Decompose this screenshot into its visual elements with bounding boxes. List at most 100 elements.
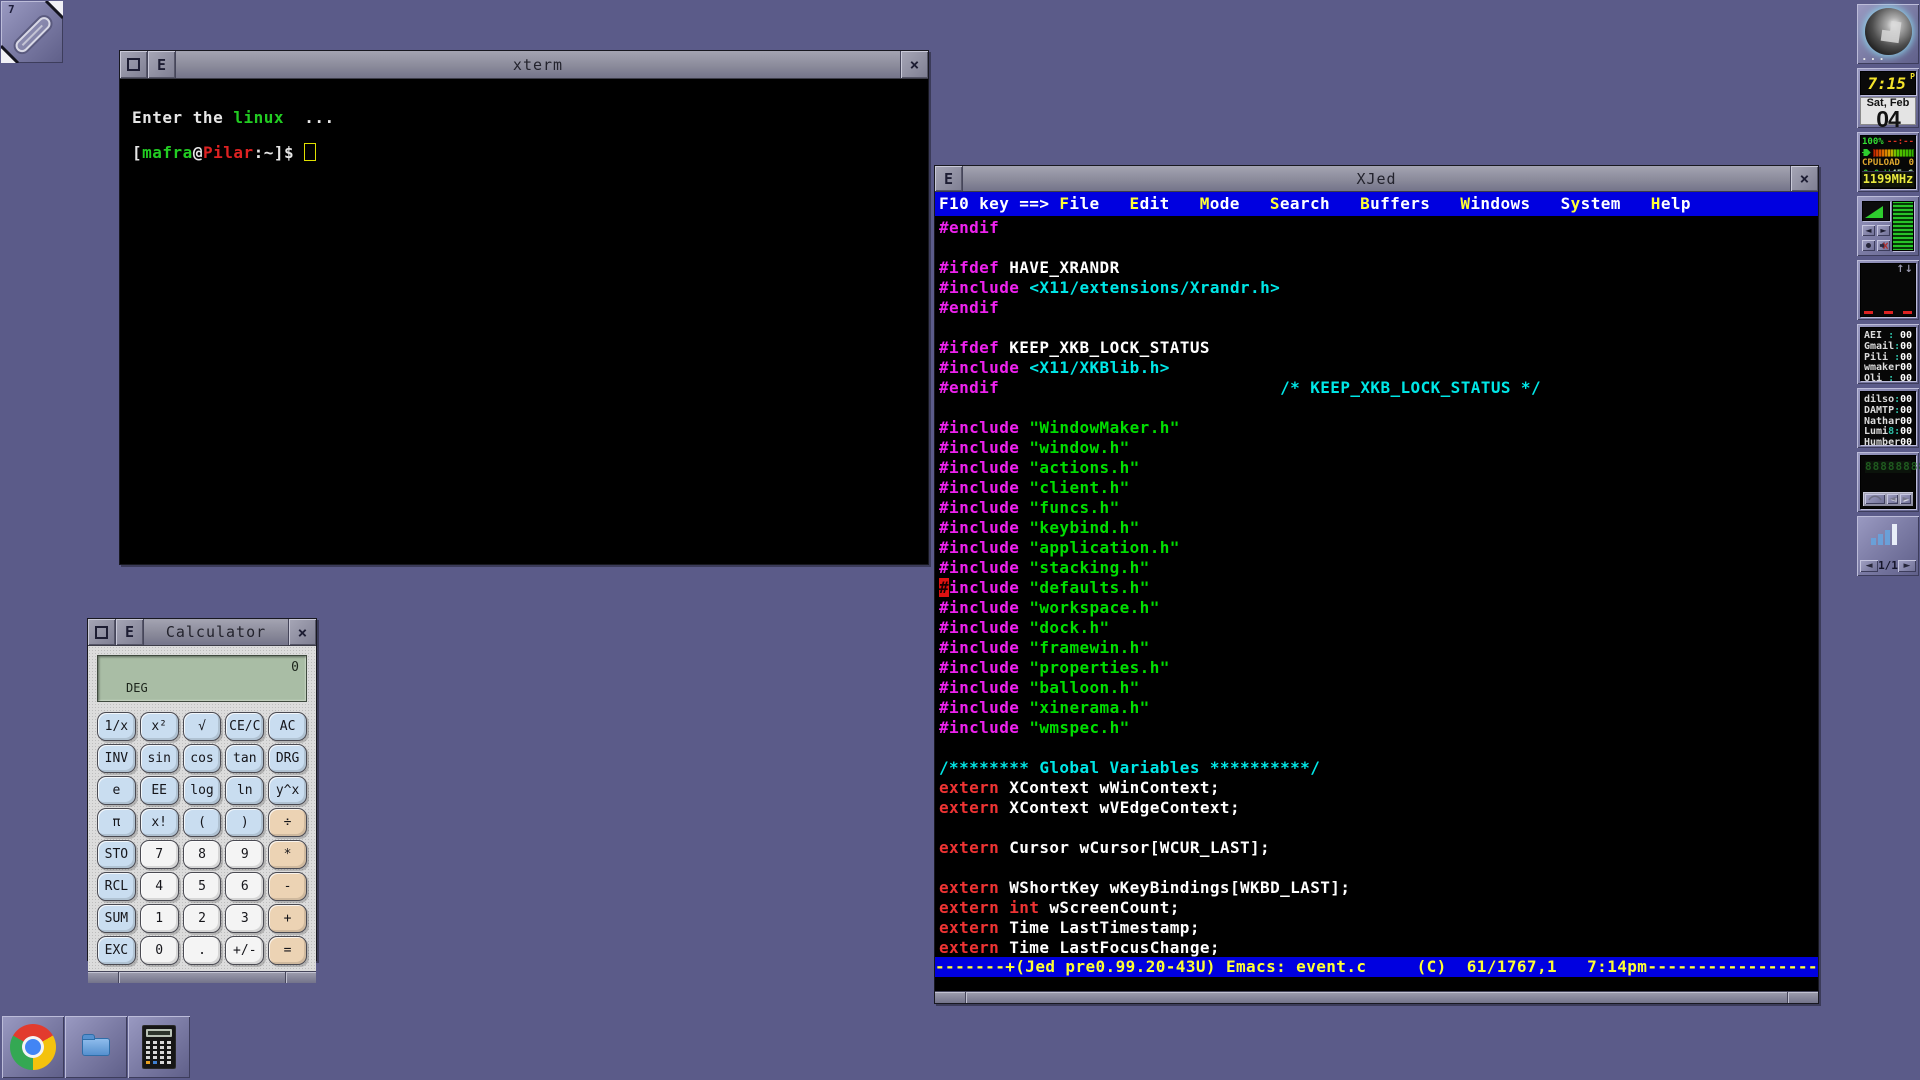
calc-button-0[interactable]: 0 xyxy=(140,936,179,965)
calculator-resizebar[interactable] xyxy=(88,971,316,983)
cpu-screen: 100% --:-- CPULOAD 0 0.0 W 45 C 1199MHz xyxy=(1860,135,1916,189)
calc-button-SUM[interactable]: SUM xyxy=(97,904,136,933)
calc-button--[interactable]: - xyxy=(268,872,307,901)
code-line: #endif xyxy=(939,218,1818,238)
calc-button-3[interactable]: 3 xyxy=(225,904,264,933)
dock-app-network-monitor[interactable]: ↑↓ xyxy=(1857,260,1919,320)
close-button[interactable]: × xyxy=(1790,166,1818,191)
code-line: #include "window.h" xyxy=(939,438,1818,458)
calc-button-=[interactable]: = xyxy=(268,936,307,965)
miniwindow-calculator[interactable] xyxy=(128,1016,190,1078)
calc-button-2[interactable]: 2 xyxy=(183,904,222,933)
dock-app-pager[interactable]: ◄ 1/1 ► xyxy=(1857,516,1919,576)
mixer-mute-button[interactable] xyxy=(1877,240,1890,251)
code-line: #include "wmspec.h" xyxy=(939,718,1818,738)
calc-button-EE[interactable]: EE xyxy=(140,776,179,805)
calc-button-π[interactable]: π xyxy=(97,808,136,837)
mixer-record-button[interactable] xyxy=(1862,240,1875,251)
calc-button-e[interactable]: e xyxy=(97,776,136,805)
close-button[interactable]: × xyxy=(900,51,928,78)
menu-file[interactable]: File xyxy=(1059,194,1099,213)
dock-app-mixer[interactable]: ◄ ► xyxy=(1857,196,1919,256)
mailbox-rows: AEI :00Gmail:00Pili :00wmaker00Oli :00 xyxy=(1864,331,1912,377)
menu-mode[interactable]: Mode xyxy=(1200,194,1240,213)
xjed-titlebar[interactable]: E XJed × xyxy=(935,166,1818,192)
pager-prev-button[interactable]: ◄ xyxy=(1860,560,1878,572)
calc-button-([interactable]: ( xyxy=(183,808,222,837)
calc-button-9[interactable]: 9 xyxy=(225,840,264,869)
dock-app-clock[interactable]: 7:15 P Sat, Feb 04 xyxy=(1857,68,1919,128)
menu-buffers[interactable]: Buffers xyxy=(1360,194,1430,213)
calc-button-cos[interactable]: cos xyxy=(183,744,222,773)
calc-button-EXC[interactable]: EXC xyxy=(97,936,136,965)
calc-button-AC[interactable]: AC xyxy=(268,712,307,741)
app-menu-button[interactable]: E xyxy=(935,166,963,191)
miniaturize-button[interactable] xyxy=(88,619,116,645)
calc-button-tan[interactable]: tan xyxy=(225,744,264,773)
lcd-action-button[interactable] xyxy=(1865,494,1885,504)
calc-button-5[interactable]: 5 xyxy=(183,872,222,901)
miniwindow-chrome[interactable] xyxy=(2,1016,64,1078)
xterm-titlebar[interactable]: E xterm × xyxy=(120,51,928,79)
calc-button-CE/C[interactable]: CE/C xyxy=(225,712,264,741)
xjed-code-area[interactable]: #endif #ifdef HAVE_XRANDR#include <X11/e… xyxy=(935,216,1818,957)
dock-app-cpu-monitor[interactable]: 100% --:-- CPULOAD 0 0.0 W 45 C 1199MHz xyxy=(1857,132,1919,192)
calc-button-x²[interactable]: x² xyxy=(140,712,179,741)
calc-button-4[interactable]: 4 xyxy=(140,872,179,901)
app-menu-button[interactable]: E xyxy=(116,619,144,645)
code-line: #ifdef HAVE_XRANDR xyxy=(939,258,1818,278)
lcd-digits: 88888888 xyxy=(1865,461,1911,473)
app-menu-button[interactable]: E xyxy=(148,51,176,78)
mixer-prev-button[interactable]: ◄ xyxy=(1862,225,1875,236)
code-line: extern WShortKey wKeyBindings[WKBD_LAST]… xyxy=(939,878,1818,898)
calc-button-+[interactable]: + xyxy=(268,904,307,933)
window-title: XJed xyxy=(963,170,1790,188)
clock-lcd: 7:15 P xyxy=(1860,71,1916,95)
calc-button-)[interactable]: ) xyxy=(225,808,264,837)
dock-app-mail-checker-2[interactable]: dilso:00DAMTP:00Nathar00Lumi8:00Humber00 xyxy=(1857,388,1919,448)
calc-button-÷[interactable]: ÷ xyxy=(268,808,307,837)
dock-app-mail-checker-1[interactable]: AEI :00Gmail:00Pili :00wmaker00Oli :00 xyxy=(1857,324,1919,384)
lcd-prev-button[interactable]: ◄ xyxy=(1887,494,1898,504)
calc-button-.[interactable]: . xyxy=(183,936,222,965)
lcd-next-button[interactable]: ► xyxy=(1900,494,1911,504)
xjed-window: E XJed × F10 key ==> FileEditModeSearchB… xyxy=(934,165,1819,1004)
calc-button-8[interactable]: 8 xyxy=(183,840,222,869)
code-line: #include "client.h" xyxy=(939,478,1818,498)
calc-button-INV[interactable]: INV xyxy=(97,744,136,773)
calc-button-ln[interactable]: ln xyxy=(225,776,264,805)
calc-button-*[interactable]: * xyxy=(268,840,307,869)
close-button[interactable]: × xyxy=(288,619,316,645)
calc-button-y^x[interactable]: y^x xyxy=(268,776,307,805)
miniwindow-file-manager[interactable] xyxy=(65,1016,127,1078)
workspace-clip[interactable]: 7 xyxy=(1,1,63,63)
calculator-titlebar[interactable]: E Calculator × xyxy=(88,619,316,646)
calc-button-DRG[interactable]: DRG xyxy=(268,744,307,773)
calc-button-1[interactable]: 1 xyxy=(140,904,179,933)
mixer-next-button[interactable]: ► xyxy=(1877,225,1890,236)
pager-next-button[interactable]: ► xyxy=(1898,560,1916,572)
xjed-resizebar[interactable] xyxy=(935,991,1818,1003)
mailbox-screen: AEI :00Gmail:00Pili :00wmaker00Oli :00 xyxy=(1860,327,1916,381)
menu-search[interactable]: Search xyxy=(1270,194,1330,213)
calc-button-STO[interactable]: STO xyxy=(97,840,136,869)
calc-button-√[interactable]: √ xyxy=(183,712,222,741)
terminal-content[interactable]: Enter the linux ... [mafra@Pilar:~]$ xyxy=(120,79,928,564)
code-line xyxy=(939,398,1818,418)
menu-edit[interactable]: Edit xyxy=(1130,194,1170,213)
terminal-intro: Enter the linux ... xyxy=(132,108,335,127)
calc-button-sin[interactable]: sin xyxy=(140,744,179,773)
calc-button-6[interactable]: 6 xyxy=(225,872,264,901)
menu-help[interactable]: Help xyxy=(1651,194,1691,213)
calc-button-+/-[interactable]: +/- xyxy=(225,936,264,965)
calc-button-x![interactable]: x! xyxy=(140,808,179,837)
calc-button-RCL[interactable]: RCL xyxy=(97,872,136,901)
dock-app-lcd-counter[interactable]: 88888888 ◄ ► xyxy=(1857,452,1919,512)
calc-button-7[interactable]: 7 xyxy=(140,840,179,869)
dock-app-wmaker[interactable]: ... xyxy=(1857,4,1919,64)
calc-button-1/x[interactable]: 1/x xyxy=(97,712,136,741)
calc-button-log[interactable]: log xyxy=(183,776,222,805)
menu-windows[interactable]: Windows xyxy=(1460,194,1530,213)
miniaturize-button[interactable] xyxy=(120,51,148,78)
menu-system[interactable]: System xyxy=(1561,194,1621,213)
